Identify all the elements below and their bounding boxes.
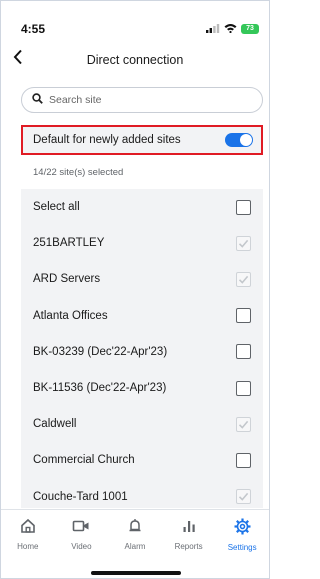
checkmark-icon bbox=[238, 492, 249, 501]
site-row[interactable]: Atlanta Offices bbox=[21, 298, 263, 334]
site-label: Commercial Church bbox=[33, 454, 135, 467]
checkbox-checked bbox=[236, 235, 251, 251]
tab-label: Home bbox=[17, 542, 39, 551]
tab-label: Video bbox=[71, 542, 92, 551]
status-bar: 4:55 73 bbox=[1, 1, 269, 41]
checkbox-checked bbox=[236, 489, 251, 505]
site-row[interactable]: Couche-Tard 1001 bbox=[21, 479, 263, 509]
site-label: BK-11536 (Dec'22-Apr'23) bbox=[33, 382, 167, 395]
search-input[interactable] bbox=[49, 94, 249, 106]
default-setting-toggle[interactable] bbox=[225, 133, 253, 147]
site-row[interactable]: Caldwell bbox=[21, 406, 263, 442]
search-icon bbox=[32, 91, 43, 109]
status-time: 4:55 bbox=[21, 22, 46, 36]
checkbox[interactable] bbox=[236, 199, 251, 215]
site-row[interactable]: BK-11536 (Dec'22-Apr'23) bbox=[21, 370, 263, 406]
default-setting-label: Default for newly added sites bbox=[33, 134, 181, 146]
select-all-row[interactable]: Select all bbox=[21, 189, 263, 225]
tab-label: Alarm bbox=[124, 542, 146, 551]
site-list: Select all 251BARTLEY ARD Servers Atlanta O… bbox=[21, 189, 263, 508]
checkbox[interactable] bbox=[236, 308, 251, 324]
site-label: 251BARTLEY bbox=[33, 237, 105, 250]
default-new-sites-setting: Default for newly added sites bbox=[21, 125, 263, 155]
site-label: Couche-Tard 1001 bbox=[33, 490, 128, 503]
toggle-knob bbox=[240, 134, 252, 146]
site-row[interactable]: Commercial Church bbox=[21, 442, 263, 478]
tab-settings[interactable]: Settings bbox=[217, 518, 267, 552]
site-label: Atlanta Offices bbox=[33, 309, 108, 322]
bar-chart-icon bbox=[181, 518, 197, 539]
tab-alarm[interactable]: Alarm bbox=[110, 518, 160, 551]
home-icon bbox=[20, 518, 36, 539]
site-label: ARD Servers bbox=[33, 273, 101, 286]
tab-label: Reports bbox=[174, 542, 203, 551]
battery-icon: 73 bbox=[241, 24, 259, 34]
tab-label: Settings bbox=[227, 543, 257, 552]
checkmark-icon bbox=[238, 420, 249, 429]
checkmark-icon bbox=[238, 275, 249, 284]
settings-gear-icon bbox=[234, 518, 251, 540]
checkbox-checked bbox=[236, 271, 251, 287]
checkbox[interactable] bbox=[236, 452, 251, 468]
bell-icon bbox=[127, 518, 143, 539]
tab-home[interactable]: Home bbox=[3, 518, 53, 551]
search-bar[interactable] bbox=[21, 87, 263, 113]
app-screen: 4:55 73 Direct connection Search site De… bbox=[0, 0, 270, 579]
checkbox[interactable] bbox=[236, 380, 251, 396]
site-row[interactable]: ARD Servers bbox=[21, 261, 263, 297]
site-label: BK-03239 (Dec'22-Apr'23) bbox=[33, 345, 168, 358]
selected-count: 14/22 site(s) selected bbox=[33, 167, 124, 178]
site-label: Select all bbox=[33, 201, 80, 214]
tab-video[interactable]: Video bbox=[56, 518, 106, 551]
checkbox-checked bbox=[236, 416, 251, 432]
status-icons: 73 bbox=[206, 20, 259, 38]
signal-icon bbox=[206, 20, 220, 38]
tab-bar: Home Video Alarm Reports Settings bbox=[1, 509, 269, 561]
site-label: Caldwell bbox=[33, 418, 77, 431]
home-indicator bbox=[91, 571, 181, 575]
tab-reports[interactable]: Reports bbox=[164, 518, 214, 551]
site-row[interactable]: 251BARTLEY bbox=[21, 225, 263, 261]
checkmark-icon bbox=[238, 239, 249, 248]
site-row[interactable]: BK-03239 (Dec'22-Apr'23) bbox=[21, 334, 263, 370]
video-icon bbox=[72, 518, 90, 539]
wifi-icon bbox=[224, 20, 237, 38]
page-title: Direct connection bbox=[86, 53, 184, 67]
nav-header: Direct connection bbox=[1, 45, 269, 75]
checkbox[interactable] bbox=[236, 344, 251, 360]
